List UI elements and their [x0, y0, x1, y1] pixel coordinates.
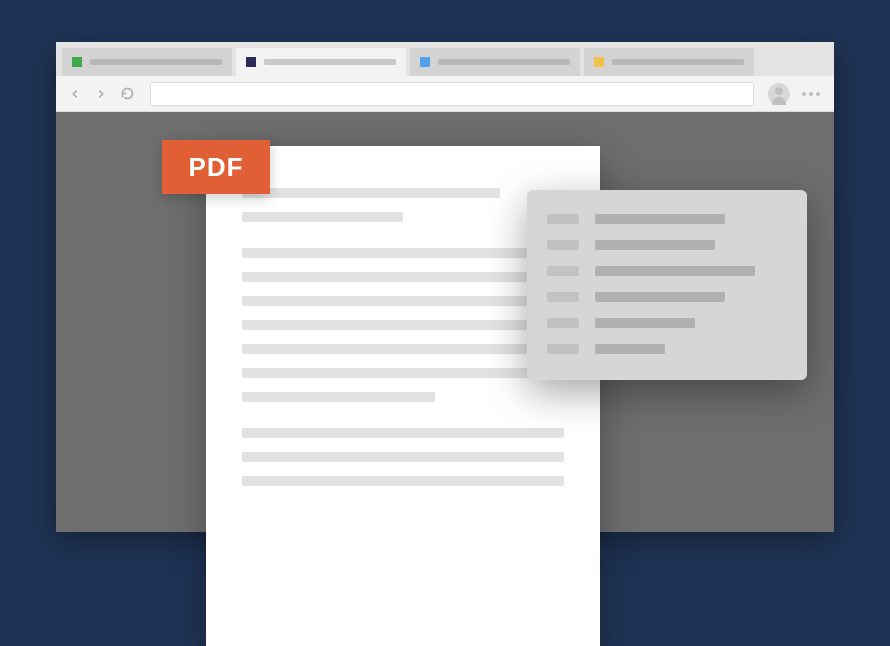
- tab-favicon-2: [246, 57, 256, 67]
- doc-text-line: [242, 188, 500, 198]
- menu-item-label: [595, 214, 725, 224]
- context-menu-item[interactable]: [547, 240, 787, 250]
- context-menu: [527, 190, 807, 380]
- reload-button[interactable]: [118, 85, 136, 103]
- tab-title-1: [90, 59, 222, 65]
- tab-bar: [56, 42, 834, 76]
- tab-1[interactable]: [62, 48, 232, 76]
- more-menu-button[interactable]: [798, 92, 824, 96]
- tab-title-3: [438, 59, 570, 65]
- doc-text-line: [242, 476, 564, 486]
- tab-favicon-3: [420, 57, 430, 67]
- tab-title-2: [264, 59, 396, 65]
- doc-text-line: [242, 296, 564, 306]
- context-menu-item[interactable]: [547, 318, 787, 328]
- menu-item-icon: [547, 240, 579, 250]
- forward-button[interactable]: [92, 85, 110, 103]
- tab-2-active[interactable]: [236, 48, 406, 76]
- context-menu-item[interactable]: [547, 266, 787, 276]
- toolbar: [56, 76, 834, 112]
- menu-item-icon: [547, 318, 579, 328]
- menu-item-label: [595, 292, 725, 302]
- doc-text-line: [242, 272, 564, 282]
- menu-item-label: [595, 240, 715, 250]
- menu-item-icon: [547, 266, 579, 276]
- doc-text-line: [242, 392, 435, 402]
- tab-favicon-4: [594, 57, 604, 67]
- avatar-icon[interactable]: [768, 83, 790, 105]
- tab-4[interactable]: [584, 48, 754, 76]
- back-button[interactable]: [66, 85, 84, 103]
- doc-text-line: [242, 452, 564, 462]
- doc-text-line: [242, 428, 564, 438]
- doc-text-line: [242, 212, 403, 222]
- doc-text-line: [242, 320, 564, 330]
- address-bar[interactable]: [150, 82, 754, 106]
- tab-favicon-1: [72, 57, 82, 67]
- menu-item-label: [595, 318, 695, 328]
- pdf-badge-label: PDF: [189, 152, 244, 183]
- doc-text-line: [242, 368, 564, 378]
- tab-3[interactable]: [410, 48, 580, 76]
- tab-title-4: [612, 59, 744, 65]
- menu-item-label: [595, 344, 665, 354]
- context-menu-item[interactable]: [547, 292, 787, 302]
- doc-text-line: [242, 248, 564, 258]
- context-menu-item[interactable]: [547, 344, 787, 354]
- menu-item-icon: [547, 214, 579, 224]
- menu-item-icon: [547, 344, 579, 354]
- pdf-badge: PDF: [162, 140, 270, 194]
- doc-text-line: [242, 344, 564, 354]
- menu-item-icon: [547, 292, 579, 302]
- menu-item-label: [595, 266, 755, 276]
- context-menu-item[interactable]: [547, 214, 787, 224]
